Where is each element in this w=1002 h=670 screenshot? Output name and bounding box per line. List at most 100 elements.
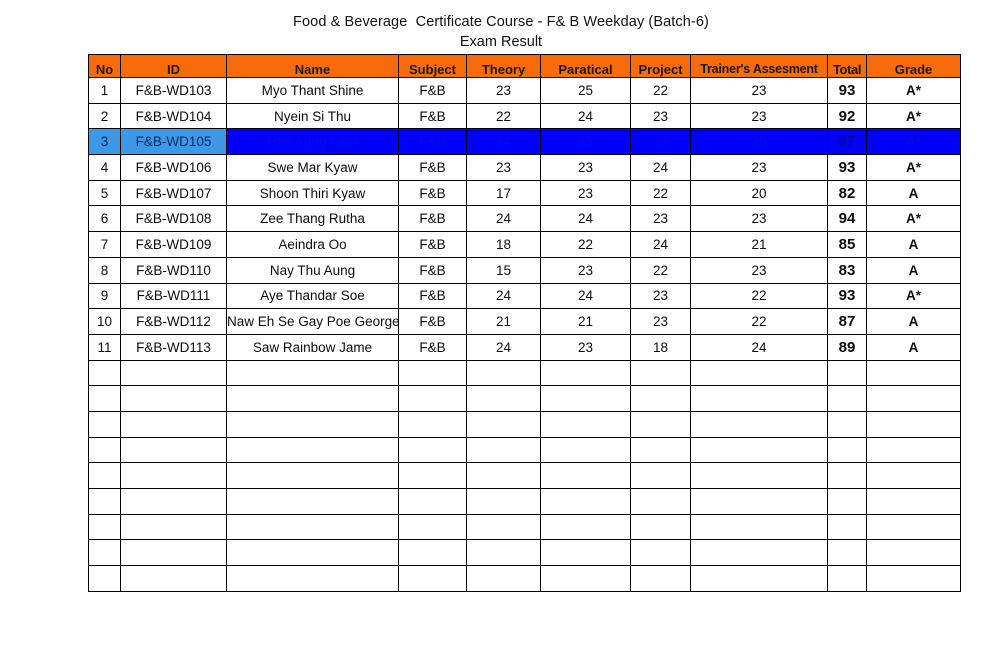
cell-empty-no[interactable] — [88, 513, 121, 541]
cell-id[interactable]: F&B-WD109 — [120, 231, 227, 258]
cell-empty-grade[interactable] — [866, 513, 961, 541]
cell-name[interactable]: Saw Rainbow Jame — [226, 333, 399, 361]
cell-empty-name[interactable] — [226, 385, 399, 412]
cell-empty-theory[interactable] — [466, 539, 541, 567]
cell-name[interactable]: Aeindra Oo — [226, 231, 399, 258]
cell-empty-id[interactable] — [120, 385, 227, 412]
cell-theory[interactable]: 24 — [466, 282, 541, 310]
cell-grade[interactable]: A — [866, 256, 961, 284]
cell-empty-total[interactable] — [827, 513, 867, 541]
cell-proj[interactable]: 24 — [630, 231, 691, 258]
cell-empty-proj[interactable] — [630, 385, 691, 412]
cell-empty-train[interactable] — [690, 385, 828, 412]
cell-empty-theory[interactable] — [466, 436, 541, 464]
cell-empty-grade[interactable] — [866, 488, 961, 515]
cell-empty-total[interactable] — [827, 565, 867, 592]
cell-prac[interactable]: 23 — [540, 154, 631, 181]
cell-id[interactable]: F&B-WD108 — [120, 205, 227, 233]
table-row-empty[interactable] — [88, 513, 961, 541]
cell-empty-no[interactable] — [88, 462, 121, 489]
cell-no[interactable]: 1 — [88, 77, 121, 104]
cell-prac[interactable]: 24 — [540, 102, 631, 130]
cell-proj[interactable]: 22 — [630, 77, 691, 104]
column-header-total[interactable]: Total — [827, 54, 867, 78]
cell-empty-proj[interactable] — [630, 513, 691, 541]
cell-empty-prac[interactable] — [540, 410, 631, 438]
cell-train[interactable]: 23 — [690, 205, 828, 233]
table-row-empty[interactable] — [88, 539, 961, 567]
column-header-name[interactable]: Name — [226, 54, 399, 78]
cell-no[interactable]: 6 — [88, 205, 121, 233]
cell-empty-name[interactable] — [226, 462, 399, 489]
cell-empty-no[interactable] — [88, 436, 121, 464]
cell-empty-no[interactable] — [88, 410, 121, 438]
column-header-theory[interactable]: Theory — [466, 54, 541, 78]
cell-total[interactable]: 94 — [827, 205, 867, 233]
cell-train[interactable]: 23 — [690, 77, 828, 104]
cell-train[interactable]: 23 — [690, 102, 828, 130]
cell-train[interactable]: 20 — [690, 179, 828, 207]
table-row-empty[interactable] — [88, 565, 961, 592]
cell-empty-no[interactable] — [88, 359, 121, 387]
cell-proj[interactable]: 22 — [630, 256, 691, 284]
table-row-empty[interactable] — [88, 488, 961, 515]
cell-empty-proj[interactable] — [630, 539, 691, 567]
cell-empty-train[interactable] — [690, 359, 828, 387]
table-row[interactable]: 10 F&B-WD112 Naw Eh Se Gay Poe George F&B 21… — [88, 308, 961, 335]
cell-empty-subject[interactable] — [398, 462, 467, 489]
cell-name[interactable]: Myo Thant Shine — [226, 77, 399, 104]
cell-empty-id[interactable] — [120, 410, 227, 438]
cell-proj[interactable]: 23 — [630, 205, 691, 233]
table-row[interactable]: 8 F&B-WD110 Nay Thu Aung F&B 15 23 22 23 83 A — [88, 256, 961, 284]
table-row-empty[interactable] — [88, 436, 961, 464]
cell-total[interactable]: 83 — [827, 256, 867, 284]
cell-train[interactable]: 22 — [690, 282, 828, 310]
cell-proj[interactable]: 22 — [630, 179, 691, 207]
cell-no[interactable]: 7 — [88, 231, 121, 258]
table-row[interactable]: 3 F&B-WD105 Htet Aung Lwin F&B 24 25 23 25 97 A* — [88, 128, 961, 156]
cell-train[interactable]: 22 — [690, 308, 828, 335]
cell-total[interactable]: 85 — [827, 231, 867, 258]
cell-empty-train[interactable] — [690, 539, 828, 567]
cell-empty-id[interactable] — [120, 565, 227, 592]
cell-prac[interactable]: 24 — [540, 282, 631, 310]
cell-empty-subject[interactable] — [398, 488, 467, 515]
cell-empty-prac[interactable] — [540, 513, 631, 541]
cell-empty-grade[interactable] — [866, 410, 961, 438]
cell-empty-grade[interactable] — [866, 565, 961, 592]
cell-id[interactable]: F&B-WD107 — [120, 179, 227, 207]
cell-id[interactable]: F&B-WD103 — [120, 77, 227, 104]
cell-subject[interactable]: F&B — [398, 256, 467, 284]
cell-total[interactable]: 93 — [827, 77, 867, 104]
cell-empty-prac[interactable] — [540, 385, 631, 412]
cell-name[interactable]: Htet Aung Lwin — [226, 128, 399, 156]
cell-empty-theory[interactable] — [466, 359, 541, 387]
cell-empty-subject[interactable] — [398, 410, 467, 438]
column-header-project[interactable]: Project — [630, 54, 691, 78]
cell-empty-total[interactable] — [827, 488, 867, 515]
cell-name[interactable]: Nyein Si Thu — [226, 102, 399, 130]
cell-train[interactable]: 21 — [690, 231, 828, 258]
cell-no[interactable]: 11 — [88, 333, 121, 361]
cell-theory[interactable]: 24 — [466, 333, 541, 361]
table-row-empty[interactable] — [88, 385, 961, 412]
cell-id[interactable]: F&B-WD112 — [120, 308, 227, 335]
table-row-empty[interactable] — [88, 462, 961, 489]
cell-empty-no[interactable] — [88, 565, 121, 592]
cell-subject[interactable]: F&B — [398, 77, 467, 104]
cell-empty-total[interactable] — [827, 385, 867, 412]
cell-total[interactable]: 93 — [827, 282, 867, 310]
cell-subject[interactable]: F&B — [398, 102, 467, 130]
cell-total[interactable]: 82 — [827, 179, 867, 207]
cell-empty-id[interactable] — [120, 436, 227, 464]
cell-empty-grade[interactable] — [866, 385, 961, 412]
column-header-no[interactable]: No — [88, 54, 121, 78]
cell-theory[interactable]: 22 — [466, 102, 541, 130]
cell-empty-prac[interactable] — [540, 436, 631, 464]
cell-empty-theory[interactable] — [466, 410, 541, 438]
cell-empty-grade[interactable] — [866, 462, 961, 489]
cell-empty-theory[interactable] — [466, 385, 541, 412]
cell-empty-id[interactable] — [120, 513, 227, 541]
cell-empty-no[interactable] — [88, 488, 121, 515]
cell-empty-proj[interactable] — [630, 462, 691, 489]
